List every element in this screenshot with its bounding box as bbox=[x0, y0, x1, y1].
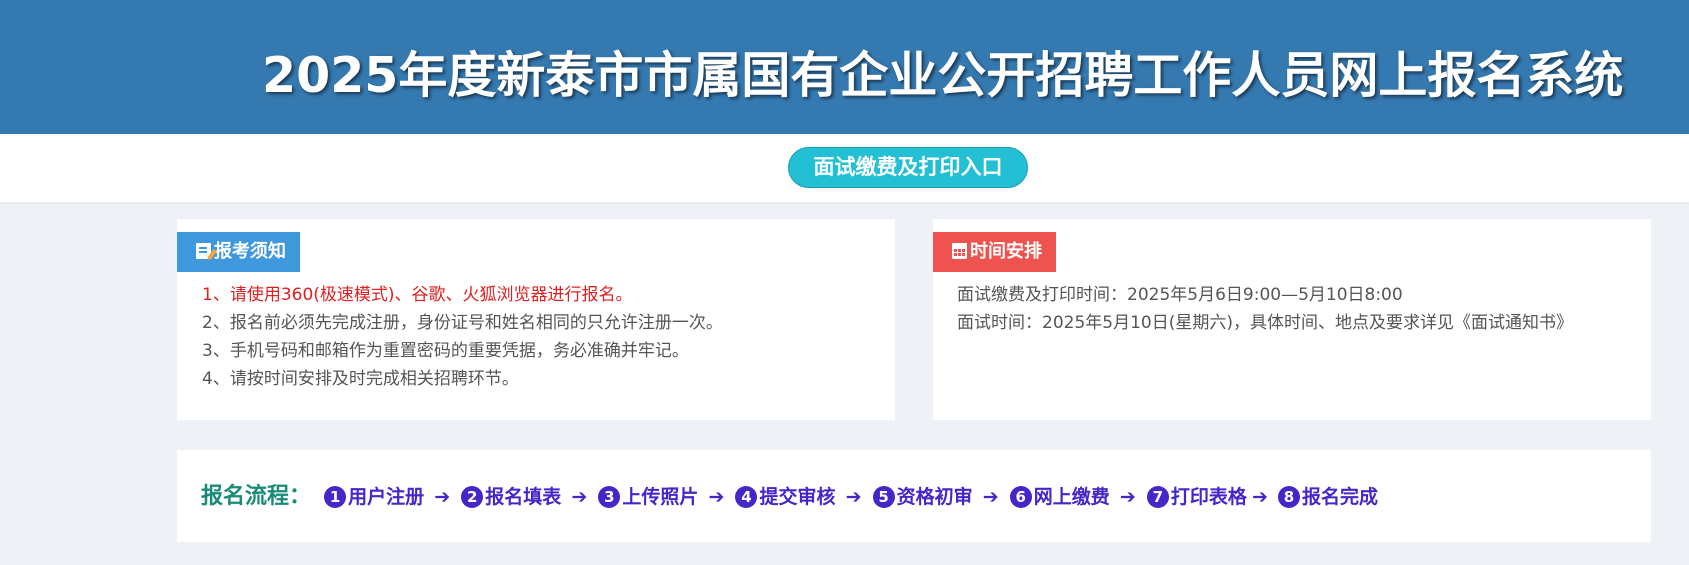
arrow-right-icon: ➔ bbox=[845, 485, 862, 508]
step-label: 报名填表 bbox=[485, 485, 562, 508]
step-number: 5 bbox=[872, 485, 895, 508]
step-submit-review[interactable]: 4 提交审核 bbox=[735, 451, 836, 543]
step-label: 报名完成 bbox=[1301, 485, 1378, 508]
notice-tag-label: 报考须知 bbox=[214, 241, 286, 262]
step-number: 4 bbox=[735, 485, 758, 508]
step-upload-photo[interactable]: 3 上传照片 bbox=[598, 451, 698, 543]
arrow-right-icon: ➔ bbox=[434, 485, 451, 508]
page-title: 2025年度新泰市市属国有企业公开招聘工作人员网上报名系统 bbox=[262, 47, 1624, 104]
schedule-list: 面试缴费及打印时间：2025年5月6日9:00—5月10日8:00 面试时间：2… bbox=[957, 281, 1573, 337]
step-number: 7 bbox=[1146, 485, 1169, 508]
calendar-icon bbox=[952, 243, 967, 259]
registration-flow: 报名流程： 1 用户注册 ➔ 2 报名填表 ➔ 3 上传照片 ➔ 4 提交审核 ➔ 5资… bbox=[201, 450, 1378, 542]
arrow-right-icon: ➔ bbox=[708, 485, 725, 508]
flow-label: 报名流程： bbox=[201, 483, 312, 509]
step-label: 上传照片 bbox=[622, 485, 699, 508]
step-number: 2 bbox=[461, 485, 484, 508]
step-label: 网上缴费 bbox=[1033, 485, 1110, 508]
step-label: 打印表格 bbox=[1170, 485, 1247, 508]
step-online-payment[interactable]: 6 网上缴费 bbox=[1009, 451, 1110, 543]
arrow-right-icon: ➔ bbox=[982, 485, 999, 508]
notice-tag: 报考须知 bbox=[177, 232, 300, 272]
schedule-tag: 时间安排 bbox=[933, 232, 1056, 272]
step-label: 用户注册 bbox=[348, 485, 425, 508]
notice-item: 2、报名前必须先完成注册，身份证号和姓名相同的只允许注册一次。 bbox=[202, 313, 723, 333]
step-number: 8 bbox=[1277, 485, 1300, 508]
page-header: 2025年度新泰市市属国有企业公开招聘工作人员网上报名系统 bbox=[0, 0, 1689, 134]
step-user-register[interactable]: 1 用户注册 bbox=[324, 451, 424, 543]
notice-item: 1、请使用360(极速模式)、谷歌、火狐浏览器进行报名。 bbox=[202, 285, 633, 305]
schedule-item: 面试缴费及打印时间：2025年5月6日9:00—5月10日8:00 bbox=[957, 285, 1403, 305]
notice-panel: 报考须知 1、请使用360(极速模式)、谷歌、火狐浏览器进行报名。 2、报名前必… bbox=[177, 219, 895, 420]
step-registration-complete[interactable]: 8 报名完成 bbox=[1277, 451, 1378, 543]
step-number: 6 bbox=[1009, 485, 1032, 508]
step-print-form[interactable]: 7 打印表格 bbox=[1146, 451, 1247, 543]
arrow-right-icon: ➔ bbox=[571, 485, 588, 508]
schedule-panel: 时间安排 面试缴费及打印时间：2025年5月6日9:00—5月10日8:00 面… bbox=[933, 219, 1651, 420]
arrow-right-icon: ➔ bbox=[1251, 485, 1268, 508]
notice-item: 3、手机号码和邮箱作为重置密码的重要凭据，务必准确并牢记。 bbox=[202, 341, 689, 361]
step-number: 1 bbox=[324, 485, 347, 508]
pencil-icon bbox=[196, 243, 211, 259]
step-qualification-review[interactable]: 5 资格初审 bbox=[872, 451, 973, 543]
arrow-right-icon: ➔ bbox=[1119, 485, 1136, 508]
notice-list: 1、请使用360(极速模式)、谷歌、火狐浏览器进行报名。 2、报名前必须先完成注… bbox=[202, 281, 723, 393]
notice-item: 4、请按时间安排及时完成相关招聘环节。 bbox=[202, 369, 519, 389]
registration-flow-panel: 报名流程： 1 用户注册 ➔ 2 报名填表 ➔ 3 上传照片 ➔ 4 提交审核 ➔ 5资… bbox=[177, 450, 1651, 542]
step-label: 资格初审 bbox=[896, 485, 973, 508]
schedule-tag-label: 时间安排 bbox=[970, 241, 1042, 262]
schedule-item: 面试时间：2025年5月10日(星期六)，具体时间、地点及要求详见《面试通知书》 bbox=[957, 313, 1573, 333]
step-number: 3 bbox=[598, 485, 621, 508]
step-fill-form[interactable]: 2 报名填表 bbox=[461, 451, 561, 543]
step-label: 提交审核 bbox=[759, 485, 836, 508]
interview-payment-print-button[interactable]: 面试缴费及打印入口 bbox=[788, 147, 1028, 188]
